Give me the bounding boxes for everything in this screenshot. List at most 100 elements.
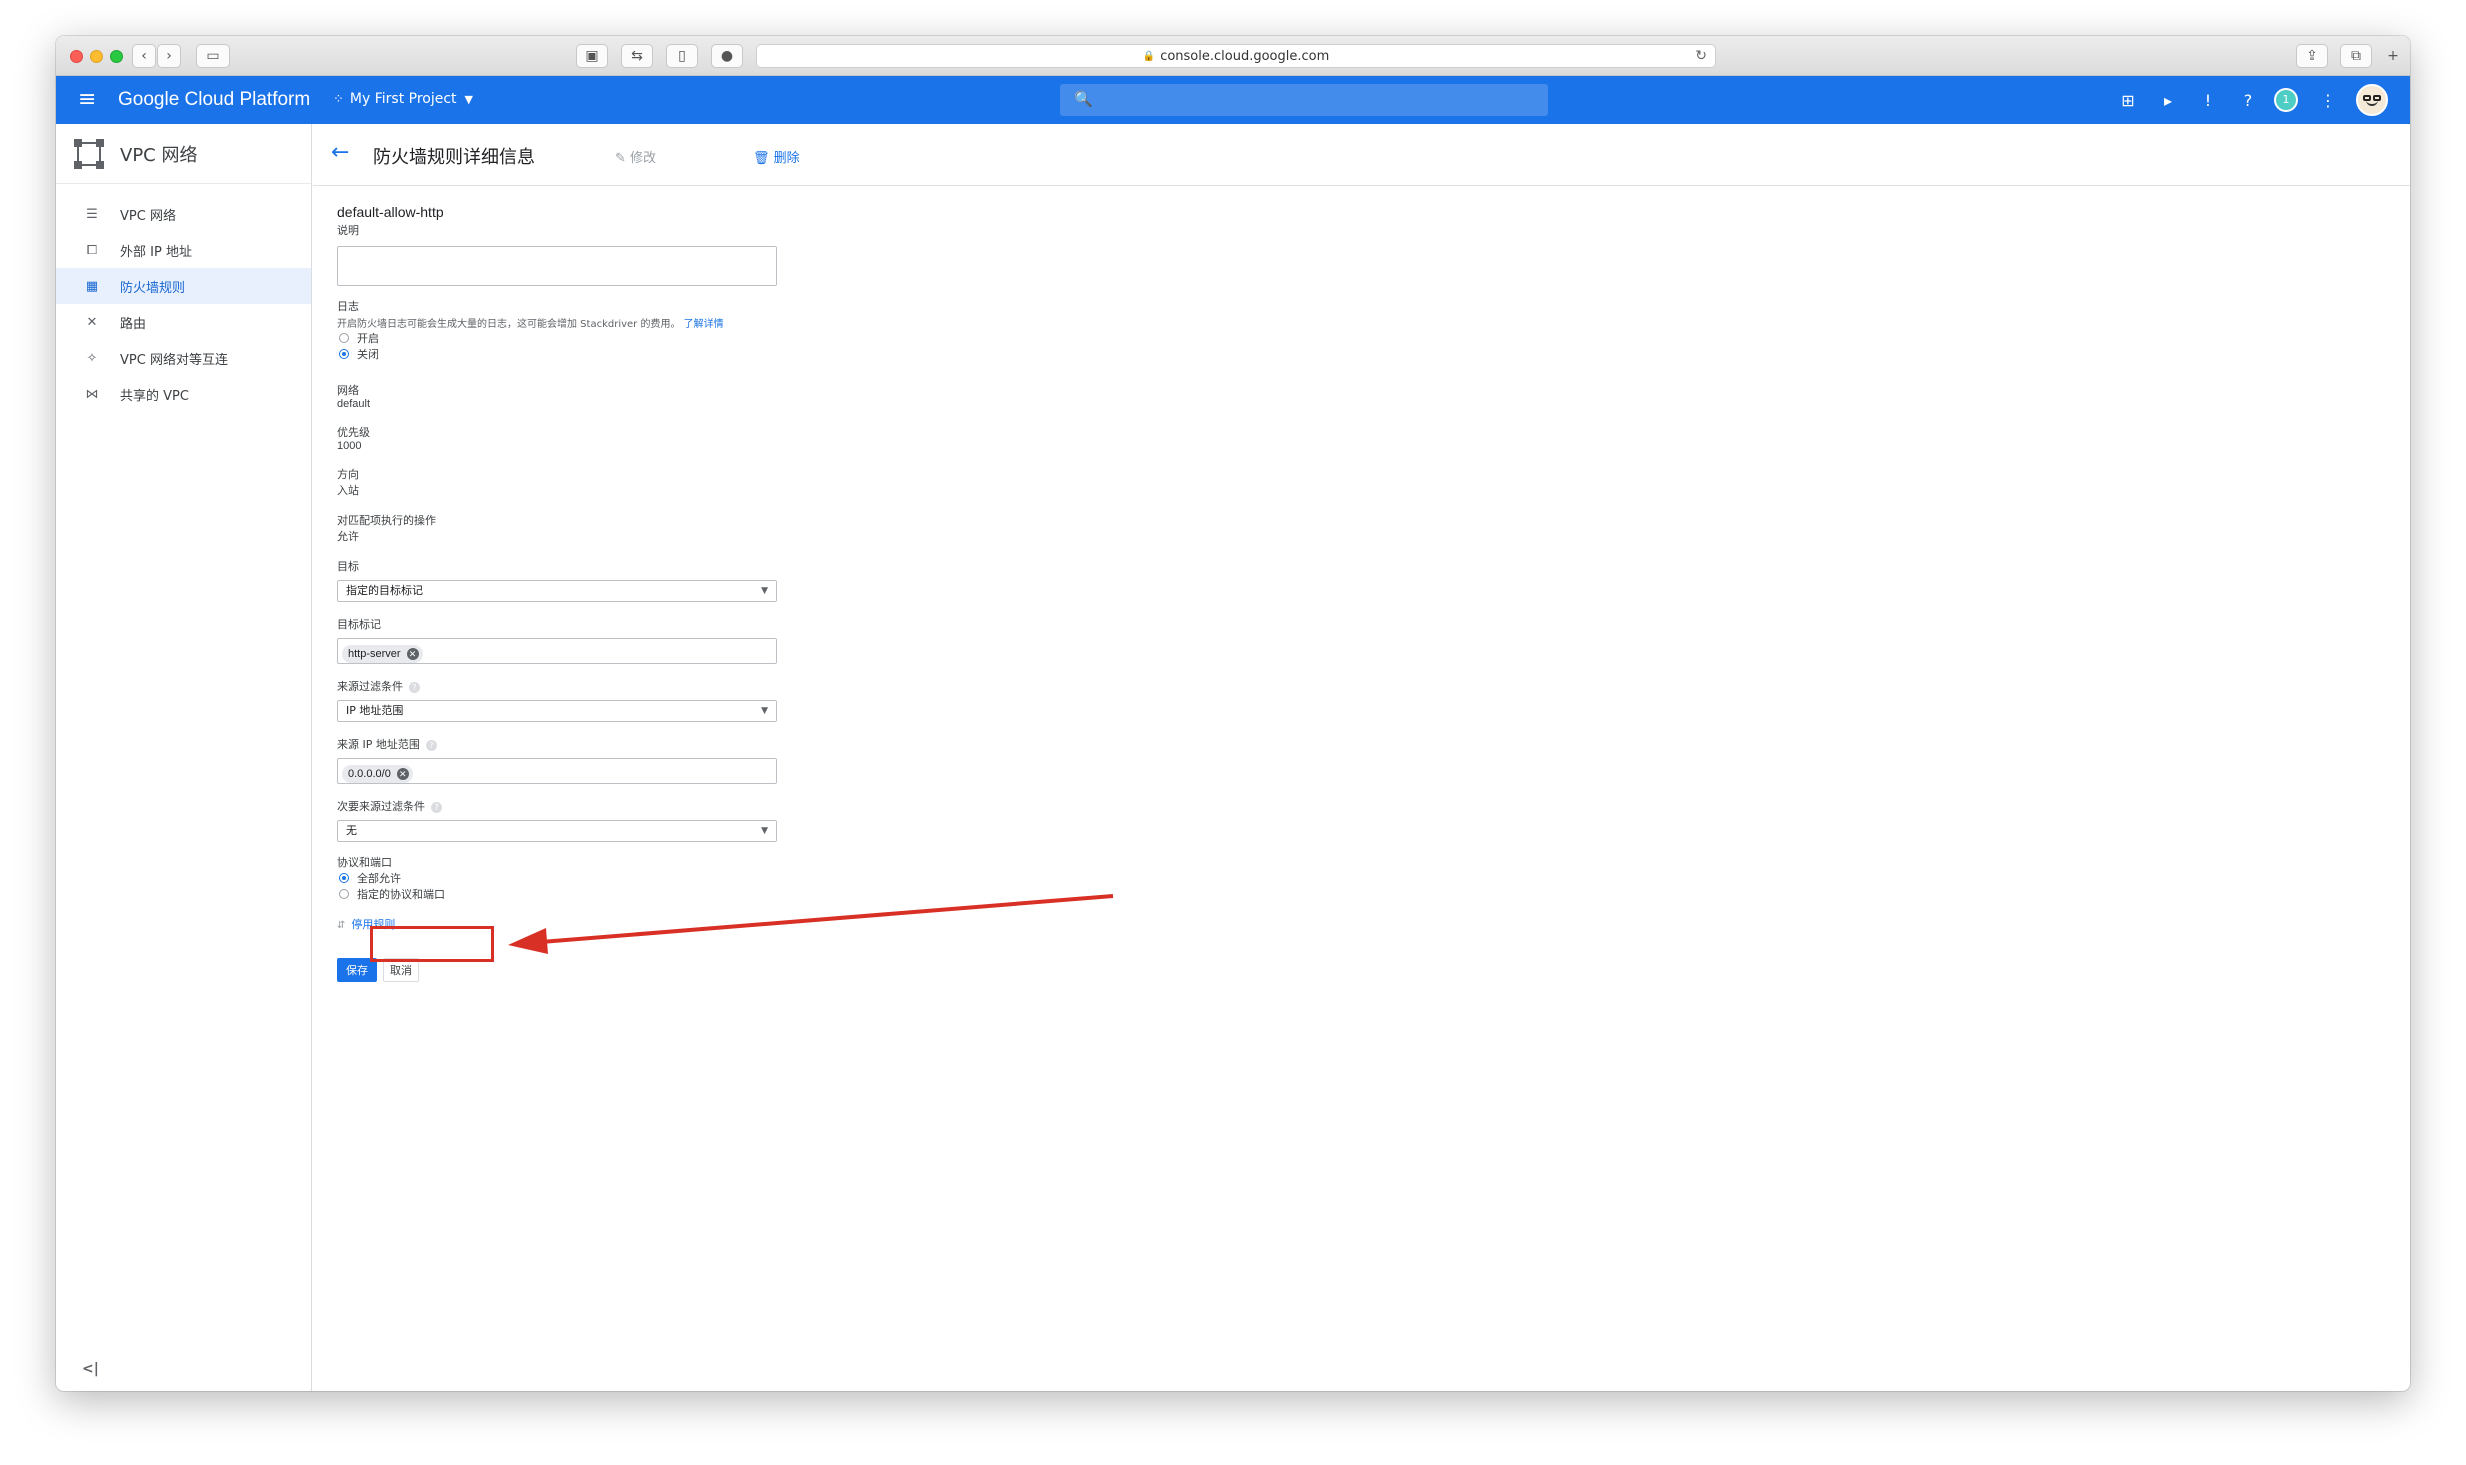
share-button[interactable]: ⇪ — [2296, 44, 2328, 68]
help-icon[interactable]: ? — [409, 681, 420, 693]
logs-off-radio[interactable] — [339, 349, 349, 359]
page-title: 防火墙规则详细信息 — [373, 147, 535, 168]
source-ip-input[interactable]: 0.0.0.0/0 ✕ — [337, 758, 777, 784]
vpc-networks-icon: ☰ — [86, 206, 98, 222]
search-icon: 🔍 — [1074, 90, 1093, 108]
sidebar-icon: ▭ — [206, 48, 220, 64]
page-header: ← 防火墙规则详细信息 ✎ 修改 🗑 删除 — [313, 124, 2410, 186]
back-arrow-icon[interactable]: ← — [331, 140, 349, 165]
edit-button[interactable]: ✎ 修改 — [615, 147, 656, 166]
learn-more-link[interactable]: 了解详情 — [684, 319, 724, 330]
project-icon: ⁘ — [333, 91, 344, 107]
caret-down-icon: ▼ — [464, 92, 474, 106]
direction-value: 入站 — [337, 485, 359, 497]
dropdown-arrow-icon: ▼ — [761, 826, 768, 836]
close-window-button[interactable] — [70, 50, 83, 63]
description-field[interactable] — [337, 246, 777, 286]
help-icon[interactable]: ? — [2237, 90, 2259, 112]
external-ip-icon: ⧠ — [86, 242, 98, 258]
tabs-button[interactable]: ⧉ — [2340, 44, 2372, 68]
new-tab-button[interactable]: + — [2382, 44, 2404, 68]
targets-select[interactable]: 指定的目标标记 ▼ — [337, 580, 777, 602]
target-tags-input[interactable]: http-server ✕ — [337, 638, 777, 664]
menu-icon[interactable]: ≡ — [78, 88, 96, 112]
help-icon[interactable]: ? — [431, 801, 442, 813]
gcp-header: ≡ Google Cloud Platform ⁘ My First Proje… — [56, 76, 2410, 124]
trash-icon: 🗑 — [753, 151, 770, 166]
second-source-filter-label: 次要来源过滤条件? — [337, 798, 797, 814]
zoom-window-button[interactable] — [110, 50, 123, 63]
chevron-left-icon: ‹ — [141, 48, 147, 64]
dropdown-arrow-icon: ▼ — [761, 586, 768, 596]
reload-icon[interactable]: ↻ — [1695, 48, 1707, 64]
more-vert-icon[interactable]: ⋮ — [2317, 90, 2339, 112]
shield-icon: ● — [720, 48, 734, 64]
annotation-arrow — [508, 894, 1114, 954]
sidebar-item-external-ip[interactable]: ⧠ 外部 IP 地址 — [56, 232, 311, 268]
sidebar-title: VPC 网络 — [120, 144, 198, 166]
main-content: ← 防火墙规则详细信息 ✎ 修改 🗑 删除 default-allow-http… — [313, 124, 2410, 1391]
protocol-specified-radio[interactable] — [339, 889, 349, 899]
feedback-icon[interactable]: ! — [2197, 90, 2219, 112]
sidebar-item-shared-vpc[interactable]: ⋈ 共享的 VPC — [56, 376, 311, 412]
source-filter-select[interactable]: IP 地址范围 ▼ — [337, 700, 777, 722]
action-label: 对匹配项执行的操作 — [337, 514, 436, 527]
address-bar[interactable]: 🔒 console.cloud.google.com ↻ — [756, 44, 1716, 68]
remove-chip-icon[interactable]: ✕ — [396, 768, 409, 780]
delete-button[interactable]: 🗑 删除 — [753, 147, 800, 166]
source-ip-label: 来源 IP 地址范围? — [337, 736, 797, 752]
sidebar-item-routes[interactable]: ✕ 路由 — [56, 304, 311, 340]
direction-label: 方向 — [337, 468, 359, 481]
sidebar: VPC 网络 ☰ VPC 网络 ⧠ 外部 IP 地址 ▦ 防火墙规则 ✕ 路由 … — [56, 124, 312, 1391]
project-selector[interactable]: ⁘ My First Project ▼ — [333, 91, 473, 107]
sidebar-item-vpc-networks[interactable]: ☰ VPC 网络 — [56, 196, 311, 232]
lock-icon: 🔒 — [1142, 50, 1156, 62]
cloud-shell-icon[interactable]: ▸ — [2157, 90, 2179, 112]
priority-value: 1000 — [337, 440, 362, 452]
gift-icon[interactable]: ⊞ — [2117, 90, 2139, 112]
logs-off-option[interactable]: 关闭 — [337, 346, 797, 362]
help-icon[interactable]: ? — [425, 739, 437, 751]
forward-nav-button[interactable]: › — [157, 44, 181, 68]
tabs-icon: ⧉ — [2351, 48, 2361, 64]
back-nav-button[interactable]: ‹ — [132, 44, 156, 68]
search-bar[interactable]: 🔍 — [1060, 84, 1548, 116]
tag-chip: http-server ✕ — [342, 645, 423, 663]
firewall-rule-form: default-allow-http 说明 日志 开启防火墙日志可能会生成大量的… — [337, 204, 797, 982]
shared-vpc-icon: ⋈ — [85, 386, 99, 402]
search-input[interactable] — [1100, 84, 1540, 116]
product-title[interactable]: Google Cloud Platform — [118, 89, 310, 111]
target-tags-label: 目标标记 — [337, 618, 381, 631]
second-source-filter-select[interactable]: 无 ▼ — [337, 820, 777, 842]
extension-button-2[interactable]: ⇆ — [621, 44, 653, 68]
extension-button-1[interactable]: ▣ — [576, 44, 608, 68]
sidebar-toggle-button[interactable]: ▭ — [196, 44, 230, 68]
protocol-allow-all-radio[interactable] — [339, 873, 349, 883]
sidebar-nav: ☰ VPC 网络 ⧠ 外部 IP 地址 ▦ 防火墙规则 ✕ 路由 ✧ VPC 网… — [56, 184, 311, 412]
extension-button-4[interactable]: ● — [711, 44, 743, 68]
vpc-network-icon — [74, 138, 104, 169]
sidebar-header: VPC 网络 — [56, 124, 311, 184]
protocols-label: 协议和端口 — [337, 856, 392, 869]
collapse-sidebar-button[interactable]: <| — [82, 1361, 99, 1377]
action-value: 允许 — [337, 531, 359, 543]
targets-label: 目标 — [337, 560, 359, 573]
annotation-highlight-box — [370, 926, 494, 962]
source-filter-label: 来源过滤条件? — [337, 678, 797, 694]
extension-icon: ▣ — [585, 48, 599, 64]
logs-on-option[interactable]: 开启 — [337, 330, 797, 346]
sidebar-item-vpc-peering[interactable]: ✧ VPC 网络对等互连 — [56, 340, 311, 376]
dropdown-arrow-icon: ▼ — [761, 706, 768, 716]
logs-label: 日志 — [337, 300, 359, 313]
sidebar-item-firewall-rules[interactable]: ▦ 防火墙规则 — [56, 268, 311, 304]
notification-badge[interactable]: 1 — [2274, 88, 2298, 112]
priority-label: 优先级 — [337, 426, 370, 439]
chevron-right-icon: › — [166, 48, 172, 64]
extension-button-3[interactable]: ▯ — [666, 44, 698, 68]
logs-on-radio[interactable] — [339, 333, 349, 343]
logs-hint: 开启防火墙日志可能会生成大量的日志，这可能会增加 Stackdriver 的费用… — [337, 319, 724, 330]
minimize-window-button[interactable] — [90, 50, 103, 63]
avatar[interactable] — [2356, 84, 2388, 116]
remove-chip-icon[interactable]: ✕ — [406, 648, 419, 660]
plus-icon: + — [2387, 48, 2399, 64]
